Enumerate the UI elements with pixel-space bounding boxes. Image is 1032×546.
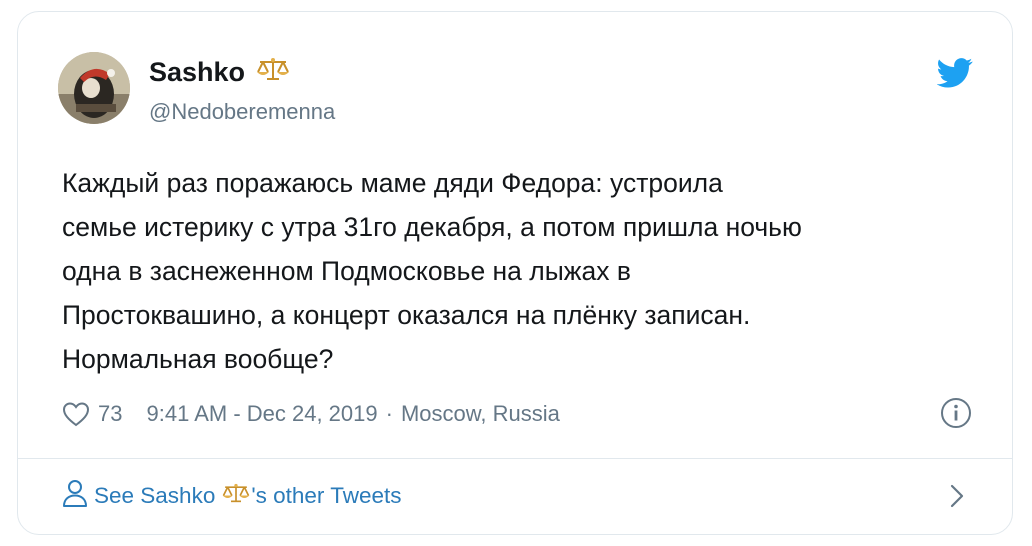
meta-separator: · [385,401,393,426]
timestamp[interactable]: 9:41 AM - Dec 24, 2019 [146,401,377,427]
tweet-meta: 73 9:41 AM - Dec 24, 2019 · Moscow, Russ… [62,397,560,431]
see-other-suffix: 's other Tweets [251,483,402,508]
see-other-prefix: See Sashko [94,483,216,508]
like-count[interactable]: 73 [98,401,122,427]
see-other-tweets-link[interactable]: See Sashko 's other Tweets [62,477,402,515]
avatar[interactable] [58,52,130,124]
scales-icon [255,57,291,88]
tweet-text: Каждый раз поражаюсь маме дяди Федора: у… [62,168,802,374]
person-icon [62,478,88,514]
display-name-text: Sashko [149,57,246,87]
info-icon[interactable] [940,397,972,429]
heart-icon[interactable] [62,401,90,427]
scales-icon [221,482,251,510]
location[interactable]: Moscow, Russia [401,401,560,427]
twitter-bird-icon[interactable] [936,58,973,88]
chevron-right-icon[interactable] [946,483,968,509]
user-handle[interactable]: @Nedoberemenna [149,99,335,125]
footer-divider [17,458,1013,459]
display-name[interactable]: Sashko [149,57,291,88]
